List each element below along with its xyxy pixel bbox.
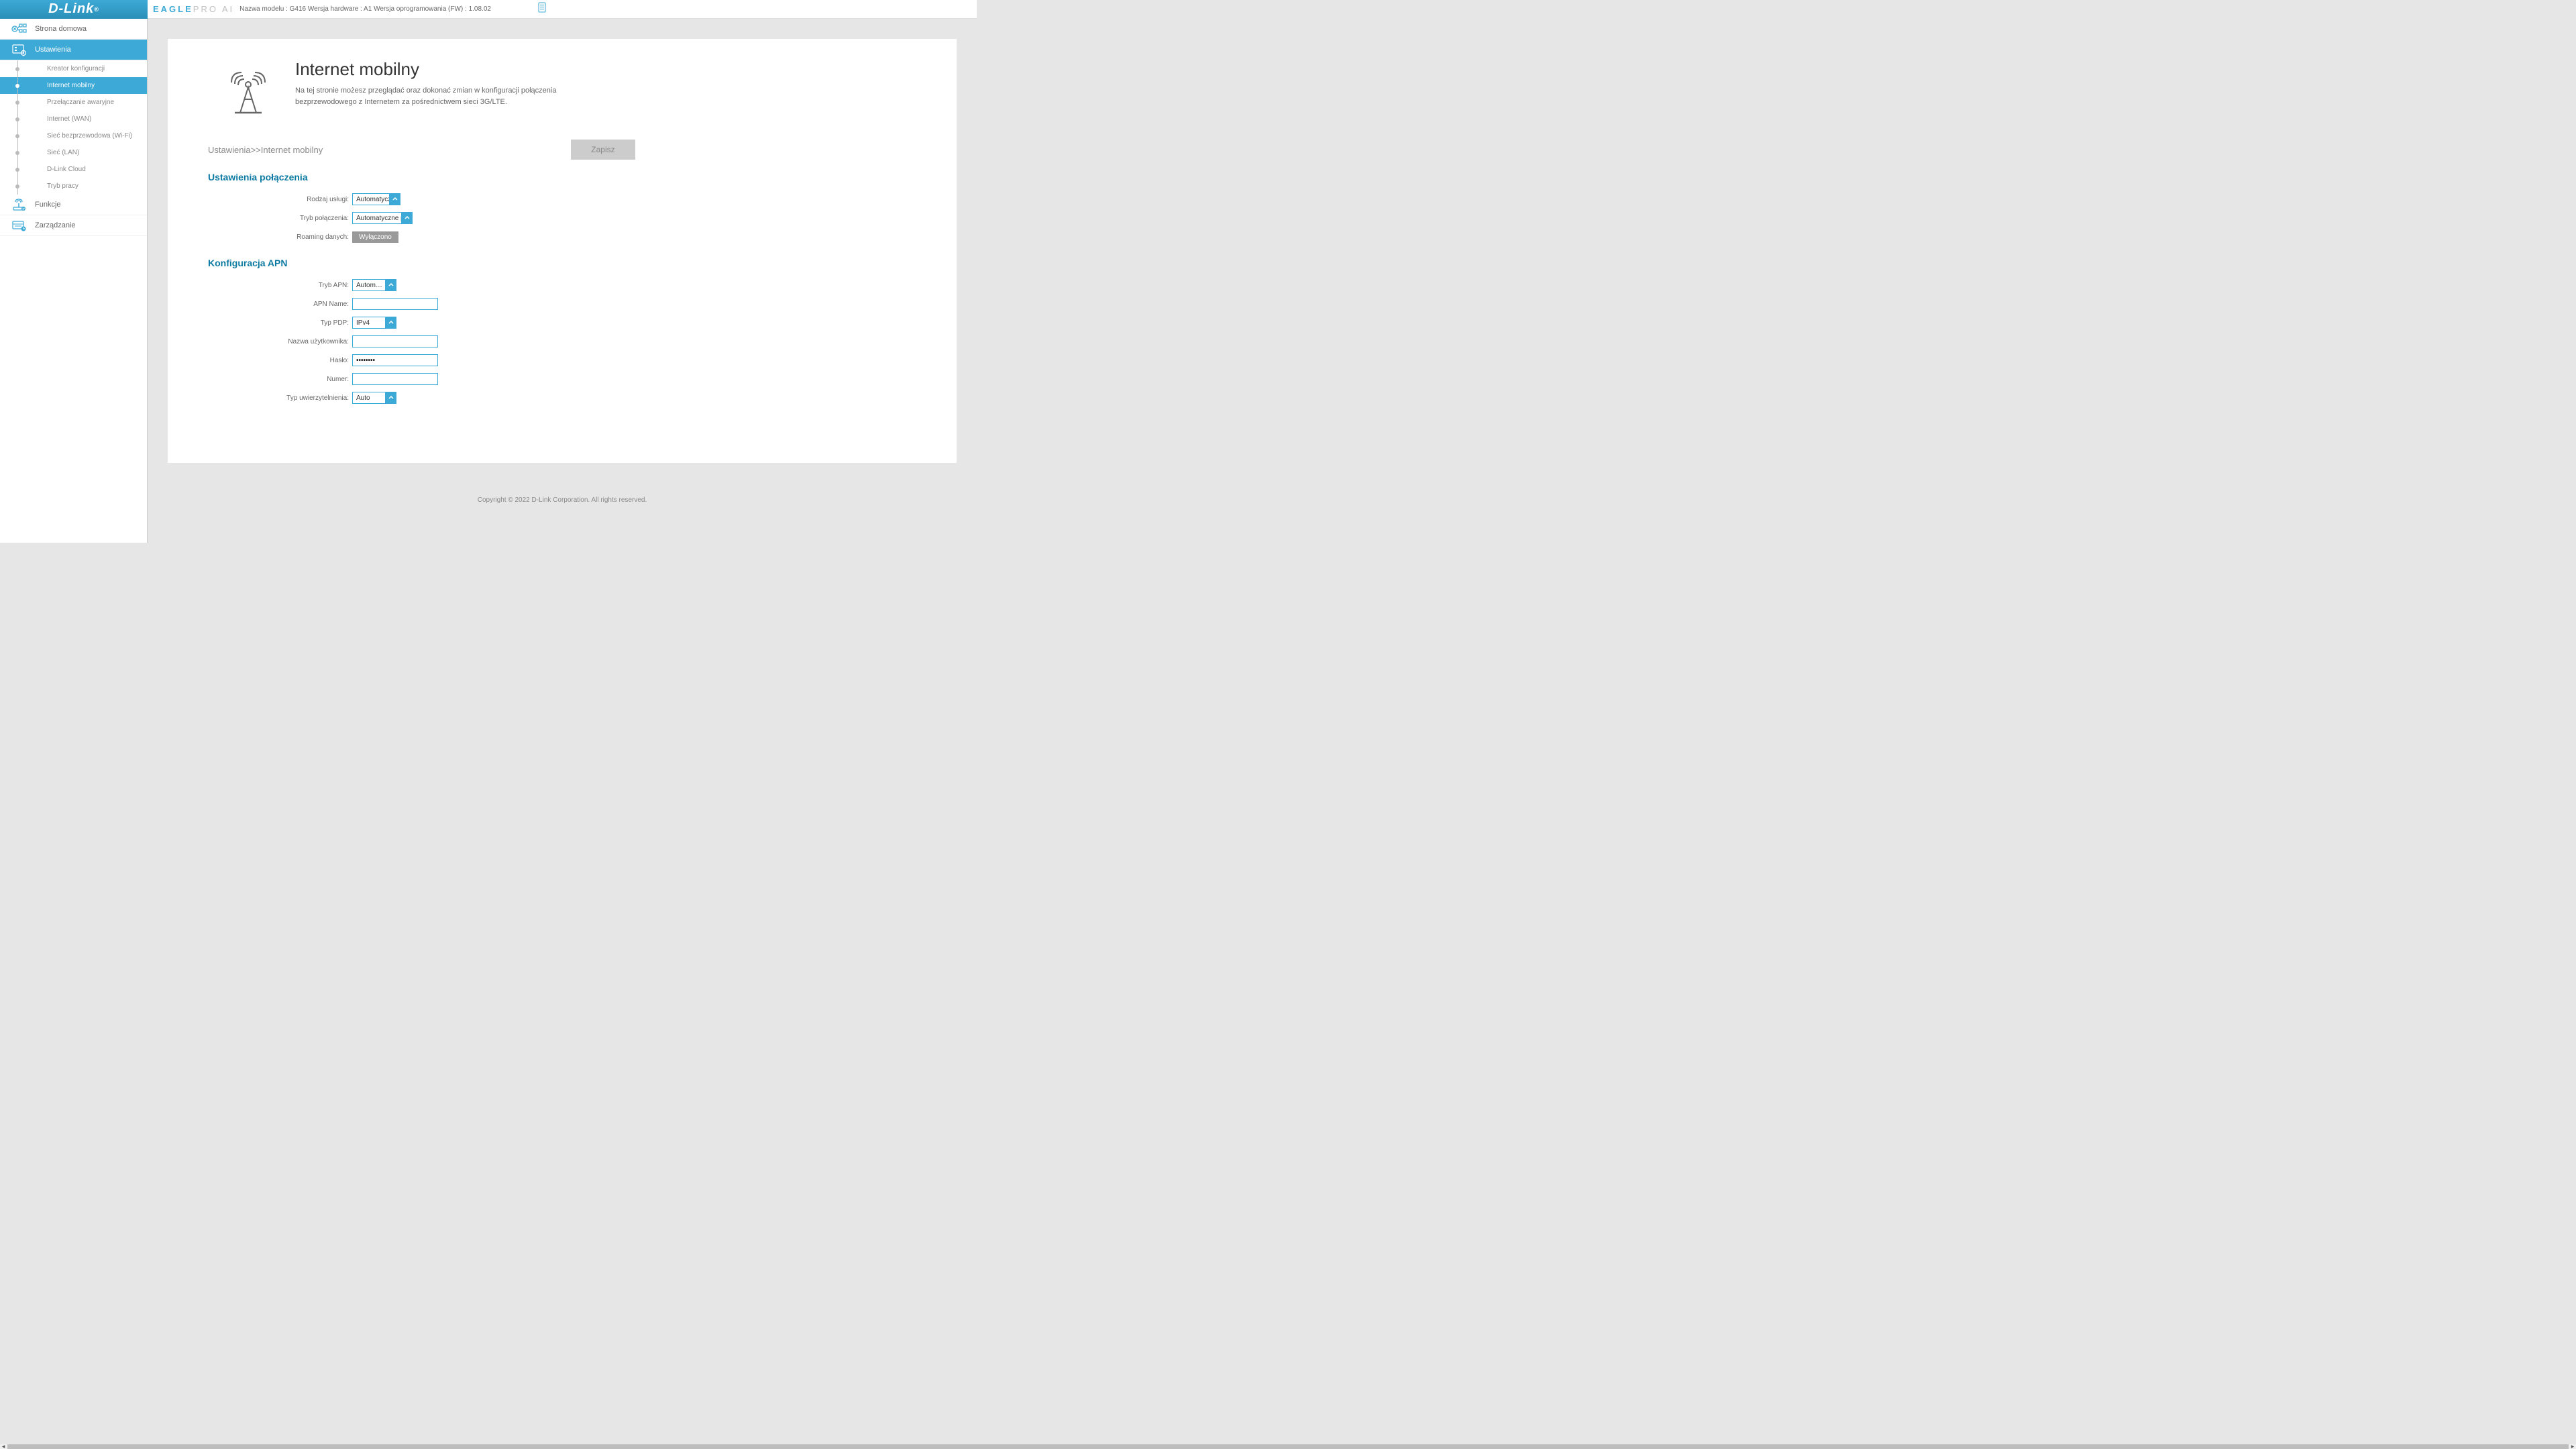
- auth-type-label: Typ uwierzytelnienia:: [208, 394, 352, 402]
- scrollbar-thumb[interactable]: [7, 1444, 2569, 1449]
- apn-name-input[interactable]: [352, 298, 438, 310]
- page-header: Internet mobilny Na tej stronie możesz p…: [208, 59, 916, 126]
- home-icon: [9, 21, 28, 36]
- auth-type-dropdown[interactable]: Auto: [352, 392, 396, 404]
- roaming-toggle-button[interactable]: Wyłączono: [352, 231, 398, 243]
- action-row: Ustawienia>>Internet mobilny Zapisz: [208, 140, 916, 160]
- sub-label: D-Link Cloud: [47, 166, 86, 173]
- sim-card-icon[interactable]: [538, 2, 546, 16]
- sidebar-item-settings-label: Ustawienia: [35, 46, 71, 54]
- sidebar-sub-wifi[interactable]: Sieć bezprzewodowa (Wi-Fi): [0, 127, 147, 144]
- sidebar-item-settings[interactable]: Ustawienia: [0, 40, 147, 60]
- pdp-type-label: Typ PDP:: [208, 319, 352, 327]
- pro-text: PRO AI: [193, 4, 234, 14]
- antenna-icon: [215, 59, 282, 126]
- apn-name-label: APN Name:: [208, 301, 352, 308]
- save-button[interactable]: Zapisz: [571, 140, 635, 160]
- conn-mode-dropdown[interactable]: Automatyczne p…: [352, 212, 413, 224]
- sidebar-item-functions[interactable]: Funkcje: [0, 195, 147, 215]
- breadcrumb: Ustawienia>>Internet mobilny: [208, 145, 323, 155]
- number-label: Numer:: [208, 376, 352, 383]
- sub-label: Sieć (LAN): [47, 149, 79, 156]
- page-title: Internet mobilny: [295, 59, 577, 80]
- auth-type-value: Auto: [352, 392, 386, 404]
- sub-label: Internet mobilny: [47, 82, 95, 89]
- sub-label: Przełączanie awaryjne: [47, 99, 114, 106]
- logo-text: D-Link: [48, 1, 94, 17]
- functions-icon: [9, 197, 28, 212]
- apn-mode-label: Tryb APN:: [208, 282, 352, 289]
- chevron-up-icon: [386, 279, 396, 291]
- page-description: Na tej stronie możesz przeglądać oraz do…: [295, 85, 577, 107]
- sidebar-sub-wan[interactable]: Internet (WAN): [0, 111, 147, 127]
- sidebar: Strona domowa Ustawienia Kreator konfigu…: [0, 19, 148, 543]
- service-type-label: Rodzaj usługi:: [208, 196, 352, 203]
- pdp-type-value: IPv4: [352, 317, 386, 329]
- sidebar-sub-failover[interactable]: Przełączanie awaryjne: [0, 94, 147, 111]
- sub-label: Sieć bezprzewodowa (Wi-Fi): [47, 132, 132, 140]
- scroll-right-icon[interactable]: ▶: [2569, 1444, 2576, 1449]
- sub-label: Kreator konfiguracji: [47, 65, 105, 72]
- dlink-logo: D-Link®: [0, 0, 148, 19]
- service-type-value: Automatyczny: [352, 193, 390, 205]
- management-icon: [9, 218, 28, 233]
- sub-label: Internet (WAN): [47, 115, 91, 123]
- eagle-pro-brand: EAGLEPRO AI: [153, 4, 234, 14]
- chevron-up-icon: [386, 392, 396, 404]
- horizontal-scrollbar[interactable]: ◀ ▶: [0, 1444, 2576, 1449]
- conn-mode-label: Tryb połączenia:: [208, 215, 352, 222]
- sidebar-item-functions-label: Funkcje: [35, 201, 61, 209]
- apn-mode-value: Autom…: [352, 279, 386, 291]
- settings-icon: [9, 42, 28, 57]
- number-input[interactable]: [352, 373, 438, 385]
- chevron-up-icon: [390, 193, 400, 205]
- sidebar-item-home[interactable]: Strona domowa: [0, 19, 147, 40]
- chevron-up-icon: [402, 212, 413, 224]
- content-card: Internet mobilny Na tej stronie możesz p…: [168, 39, 957, 463]
- page-title-block: Internet mobilny Na tej stronie możesz p…: [295, 59, 577, 126]
- sidebar-sub-cloud[interactable]: D-Link Cloud: [0, 161, 147, 178]
- section-connection-settings-title: Ustawienia połączenia: [208, 172, 916, 182]
- sidebar-item-home-label: Strona domowa: [35, 25, 87, 33]
- conn-mode-value: Automatyczne p…: [352, 212, 402, 224]
- content-area: Internet mobilny Na tej stronie możesz p…: [148, 19, 977, 543]
- roaming-label: Roaming danych:: [208, 233, 352, 241]
- sidebar-item-management[interactable]: Zarządzanie: [0, 215, 147, 236]
- chevron-up-icon: [386, 317, 396, 329]
- section-apn-title: Konfiguracja APN: [208, 258, 916, 268]
- top-header: D-Link® EAGLEPRO AI Nazwa modelu : G416 …: [0, 0, 977, 19]
- username-input[interactable]: [352, 335, 438, 347]
- scroll-left-icon[interactable]: ◀: [0, 1444, 7, 1449]
- sidebar-sub-mobile-internet[interactable]: Internet mobilny: [0, 77, 147, 94]
- eagle-text: EAGLE: [153, 4, 193, 14]
- password-label: Hasło:: [208, 357, 352, 364]
- sidebar-sub-wizard[interactable]: Kreator konfiguracji: [0, 60, 147, 77]
- username-label: Nazwa użytkownika:: [208, 338, 352, 345]
- sub-label: Tryb pracy: [47, 182, 78, 190]
- sidebar-item-management-label: Zarządzanie: [35, 221, 76, 229]
- pdp-type-dropdown[interactable]: IPv4: [352, 317, 396, 329]
- apn-mode-dropdown[interactable]: Autom…: [352, 279, 396, 291]
- sidebar-sub-mode[interactable]: Tryb pracy: [0, 178, 147, 195]
- footer-copyright: Copyright © 2022 D-Link Corporation. All…: [168, 496, 957, 504]
- password-input[interactable]: [352, 354, 438, 366]
- service-type-dropdown[interactable]: Automatyczny: [352, 193, 400, 205]
- sidebar-sub-lan[interactable]: Sieć (LAN): [0, 144, 147, 161]
- model-info: Nazwa modelu : G416 Wersja hardware : A1…: [239, 5, 491, 13]
